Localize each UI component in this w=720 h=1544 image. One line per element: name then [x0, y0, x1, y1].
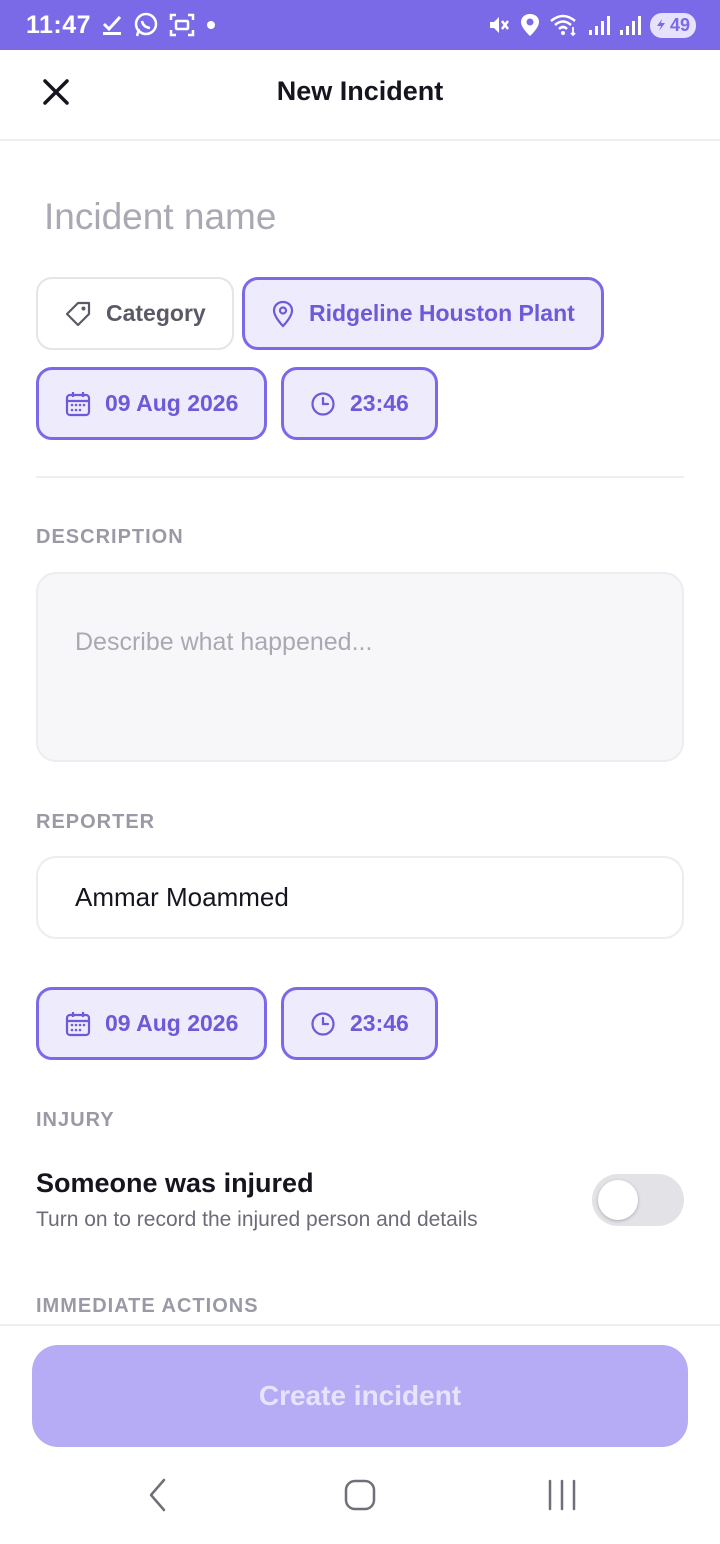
back-icon — [149, 1478, 166, 1512]
screenshot-icon — [169, 13, 195, 37]
injury-title: Someone was injured — [36, 1168, 314, 1198]
injury-toggle[interactable] — [592, 1174, 684, 1226]
dot-icon — [205, 19, 217, 31]
reporter-date-chip[interactable]: 09 Aug 2026 — [36, 987, 268, 1060]
divider — [36, 476, 684, 478]
incident-name-input[interactable] — [44, 192, 674, 242]
system-nav-bar — [0, 1447, 720, 1544]
recents-nav-button[interactable] — [532, 1475, 592, 1515]
status-time: 11:47 — [26, 10, 92, 39]
reporter-input[interactable] — [36, 856, 684, 939]
location-icon — [520, 13, 540, 37]
category-label: Category — [106, 300, 206, 326]
wifi-icon — [549, 13, 579, 37]
injury-label: INJURY — [36, 1109, 115, 1131]
location-label: Ridgeline Houston Plant — [309, 300, 575, 326]
description-textarea[interactable] — [36, 572, 684, 762]
category-chip[interactable]: Category — [36, 277, 234, 350]
status-bar: 11:47 49 — [0, 0, 720, 50]
calendar-icon — [65, 391, 91, 416]
page-title: New Incident — [276, 76, 444, 106]
incident-time-chip[interactable]: 23:46 — [281, 367, 438, 440]
clock-icon — [311, 1011, 335, 1036]
recents-icon — [548, 1479, 576, 1511]
reporter-date-label: 09 Aug 2026 — [105, 1010, 239, 1036]
immediate-actions-label: IMMEDIATE ACTIONS — [36, 1295, 259, 1317]
footer-divider — [0, 1324, 720, 1326]
tag-icon — [65, 301, 91, 326]
mute-icon — [487, 13, 511, 37]
home-nav-button[interactable] — [330, 1475, 390, 1515]
location-chip[interactable]: Ridgeline Houston Plant — [242, 277, 604, 350]
signal-icon — [619, 14, 641, 36]
incident-time-label: 23:46 — [350, 390, 409, 416]
location-pin-icon — [272, 300, 294, 328]
back-nav-button[interactable] — [128, 1475, 188, 1515]
app-header: New Incident — [0, 50, 720, 141]
incident-date-label: 09 Aug 2026 — [105, 390, 239, 416]
incident-date-chip[interactable]: 09 Aug 2026 — [36, 367, 268, 440]
toggle-knob — [598, 1180, 638, 1220]
signal-icon — [588, 14, 610, 36]
whatsapp-icon — [133, 12, 159, 38]
home-icon — [344, 1479, 376, 1511]
reporter-label: REPORTER — [36, 811, 156, 833]
battery-level: 49 — [669, 14, 690, 35]
clock-icon — [311, 391, 335, 416]
injury-subtitle: Turn on to record the injured person and… — [36, 1208, 478, 1231]
create-incident-button[interactable]: Create incident — [32, 1345, 688, 1447]
reporter-time-chip[interactable]: 23:46 — [281, 987, 438, 1060]
calendar-icon — [65, 1011, 91, 1036]
reporter-time-label: 23:46 — [350, 1010, 409, 1036]
battery-icon: 49 — [649, 12, 696, 38]
description-label: DESCRIPTION — [36, 526, 184, 548]
download-done-icon — [101, 14, 123, 36]
